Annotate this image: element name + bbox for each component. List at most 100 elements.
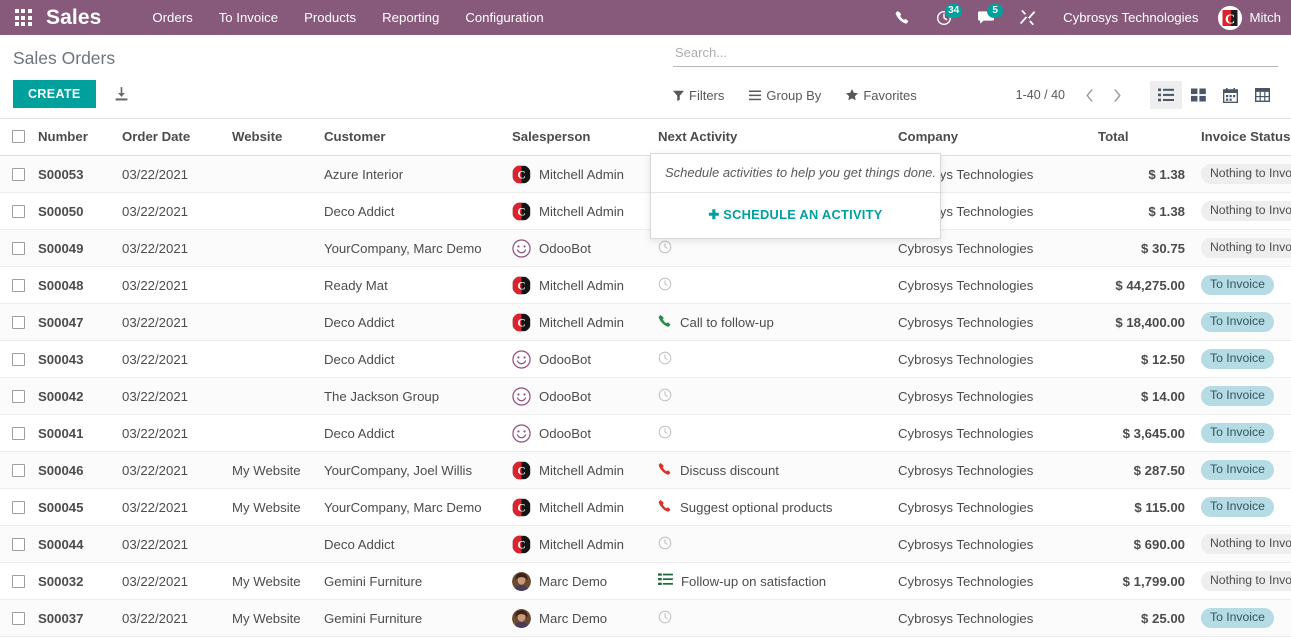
- row-checkbox[interactable]: [12, 537, 25, 551]
- export-button[interactable]: [113, 86, 130, 103]
- groupby-dropdown[interactable]: Group By: [749, 88, 821, 103]
- row-checkbox[interactable]: [12, 167, 25, 181]
- activity-icon-wrap[interactable]: [658, 499, 672, 516]
- cell-number: S00041: [30, 414, 114, 452]
- row-checkbox[interactable]: [12, 426, 25, 440]
- menu-reporting[interactable]: Reporting: [369, 0, 452, 35]
- activity-icon-wrap[interactable]: [658, 277, 672, 294]
- table-row[interactable]: S00048 03/22/2021 Ready Mat C Mitchell Admin…: [0, 266, 1291, 304]
- cell-next-activity[interactable]: [650, 266, 890, 304]
- row-checkbox[interactable]: [12, 389, 25, 403]
- menu-orders[interactable]: Orders: [139, 0, 205, 35]
- activity-icon-wrap[interactable]: [658, 610, 672, 627]
- cell-number: S00032: [30, 562, 114, 600]
- cell-next-activity[interactable]: Suggest optional products: [650, 488, 890, 526]
- column-invoice-status[interactable]: Invoice Status: [1193, 119, 1291, 156]
- cell-next-activity[interactable]: [650, 414, 890, 452]
- cell-next-activity[interactable]: [650, 525, 890, 563]
- table-row[interactable]: S00032 03/22/2021 My Website Gemini Furnitu…: [0, 562, 1291, 600]
- create-button[interactable]: CREATE: [13, 80, 96, 108]
- menu-products[interactable]: Products: [291, 0, 369, 35]
- status-badge: To Invoice: [1201, 460, 1274, 480]
- table-row[interactable]: S00053 03/22/2021 Azure Interior C Mitchell …: [0, 155, 1291, 193]
- company-switcher[interactable]: Cybrosys Technologies: [1049, 0, 1212, 35]
- user-menu[interactable]: C Mitch: [1212, 0, 1291, 35]
- cell-next-activity[interactable]: Call to follow-up: [650, 303, 890, 341]
- cell-next-activity[interactable]: [650, 636, 890, 638]
- row-checkbox[interactable]: [12, 611, 25, 625]
- column-number[interactable]: Number: [30, 119, 114, 156]
- cell-next-activity[interactable]: [650, 377, 890, 415]
- view-button-kanban[interactable]: [1182, 81, 1214, 109]
- activity-icon-wrap[interactable]: [658, 351, 672, 368]
- row-checkbox[interactable]: [12, 204, 25, 218]
- status-badge: Nothing to Invoice: [1201, 238, 1291, 258]
- row-checkbox[interactable]: [12, 574, 25, 588]
- column-total[interactable]: Total: [1090, 119, 1193, 156]
- row-checkbox[interactable]: [12, 241, 25, 255]
- activities-button[interactable]: 34: [923, 0, 965, 35]
- row-select-cell: [0, 525, 30, 563]
- table-row[interactable]: S00046 03/22/2021 My Website YourCompany, J…: [0, 451, 1291, 489]
- table-row[interactable]: S00049 03/22/2021 YourCompany, Marc Demo Od…: [0, 229, 1291, 267]
- apps-menu-button[interactable]: [0, 0, 46, 35]
- cell-company: Cybrosys Technologies: [890, 636, 1090, 638]
- table-row[interactable]: S00047 03/22/2021 Deco Addict C Mitchell Adm…: [0, 303, 1291, 341]
- messages-button[interactable]: 5: [965, 0, 1007, 35]
- row-checkbox[interactable]: [12, 500, 25, 514]
- cell-next-activity[interactable]: [650, 340, 890, 378]
- salesperson-avatar: C: [512, 164, 531, 184]
- column-salesperson[interactable]: Salesperson: [504, 119, 650, 156]
- view-button-pivot[interactable]: [1246, 81, 1278, 109]
- odoobot-smiley-icon: [512, 386, 531, 406]
- phone-button[interactable]: [882, 0, 923, 35]
- column-next-activity[interactable]: Next Activity: [650, 119, 890, 156]
- table-row[interactable]: S00045 03/22/2021 My Website YourCompany, M…: [0, 488, 1291, 526]
- favorites-dropdown[interactable]: Favorites: [846, 88, 917, 103]
- select-all-checkbox[interactable]: [12, 130, 25, 143]
- activity-icon-wrap[interactable]: [658, 462, 672, 479]
- cell-number: S00024: [30, 636, 114, 638]
- view-button-list[interactable]: [1150, 81, 1182, 109]
- search-input[interactable]: [673, 43, 1278, 63]
- row-checkbox[interactable]: [12, 278, 25, 292]
- table-row[interactable]: S00043 03/22/2021 Deco Addict OdooBot Cybros…: [0, 340, 1291, 378]
- activity-icon-wrap[interactable]: [658, 573, 673, 589]
- menu-configuration[interactable]: Configuration: [452, 0, 556, 35]
- cell-company: Cybrosys Technologies: [890, 451, 1090, 489]
- row-checkbox[interactable]: [12, 315, 25, 329]
- column-company[interactable]: Company: [890, 119, 1090, 156]
- column-order-date[interactable]: Order Date: [114, 119, 224, 156]
- cell-next-activity[interactable]: Discuss discount: [650, 451, 890, 489]
- table-row[interactable]: S00037 03/22/2021 My Website Gemini Furnitu…: [0, 599, 1291, 637]
- row-select-cell: [0, 229, 30, 267]
- cybrosys-logo-icon: C: [512, 460, 531, 480]
- cell-next-activity[interactable]: [650, 599, 890, 637]
- schedule-activity-button[interactable]: ✚ SCHEDULE AN ACTIVITY: [651, 193, 940, 238]
- table-row[interactable]: S00041 03/22/2021 Deco Addict OdooBot Cybros…: [0, 414, 1291, 452]
- table-row[interactable]: S00050 03/22/2021 Deco Addict C Mitchell Adm…: [0, 192, 1291, 230]
- table-row[interactable]: S00042 03/22/2021 The Jackson Group OdooBot…: [0, 377, 1291, 415]
- activity-icon-wrap[interactable]: [658, 388, 672, 405]
- column-customer[interactable]: Customer: [316, 119, 504, 156]
- view-button-calendar[interactable]: [1214, 81, 1246, 109]
- app-brand-sales[interactable]: Sales: [46, 6, 101, 30]
- activity-icon-wrap[interactable]: [658, 536, 672, 553]
- table-row[interactable]: S0002403/22/2021 Gemini FurnitureMarc Dem…: [0, 636, 1291, 638]
- pager-previous-button[interactable]: [1076, 83, 1102, 107]
- column-website[interactable]: Website: [224, 119, 316, 156]
- cell-company: Cybrosys Technologies: [890, 599, 1090, 637]
- cell-number: S00050: [30, 192, 114, 230]
- table-row[interactable]: S00044 03/22/2021 Deco Addict C Mitchell Adm…: [0, 525, 1291, 563]
- filters-dropdown[interactable]: Filters: [673, 88, 724, 103]
- developer-tools-button[interactable]: [1007, 0, 1049, 35]
- cell-invoice-status: Nothing to Invoice: [1193, 192, 1291, 230]
- menu-to-invoice[interactable]: To Invoice: [206, 0, 291, 35]
- row-checkbox[interactable]: [12, 463, 25, 477]
- activity-icon-wrap[interactable]: [658, 314, 672, 331]
- activity-icon-wrap[interactable]: [658, 240, 672, 257]
- cell-next-activity[interactable]: Follow-up on satisfaction: [650, 562, 890, 600]
- row-checkbox[interactable]: [12, 352, 25, 366]
- activity-icon-wrap[interactable]: [658, 425, 672, 442]
- pager-next-button[interactable]: [1104, 83, 1130, 107]
